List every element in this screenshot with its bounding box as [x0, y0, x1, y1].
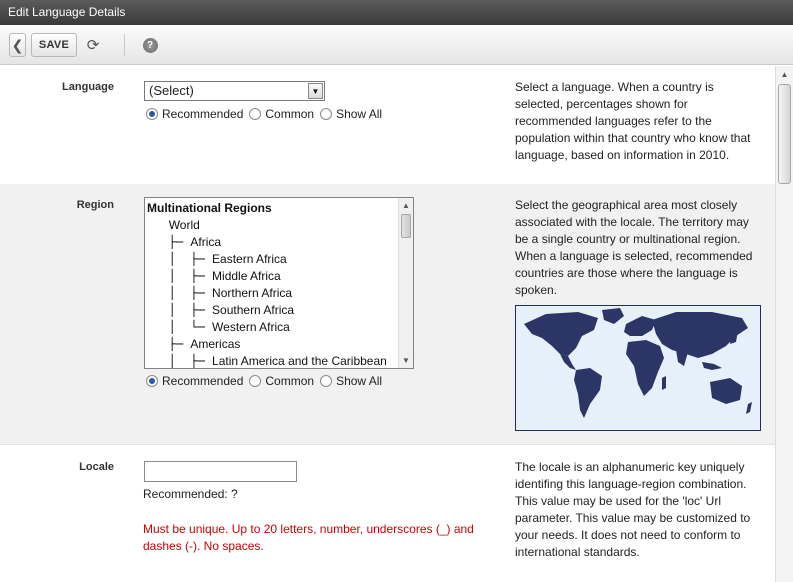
save-button[interactable]: SAVE	[31, 33, 77, 57]
tree-branch-icon: ├─	[147, 235, 191, 249]
locale-input[interactable]	[144, 461, 297, 482]
radio-button[interactable]	[249, 375, 262, 387]
radio-label: Show All	[336, 107, 383, 121]
scroll-up-icon[interactable]: ▲	[776, 68, 793, 82]
radio-label: Common	[265, 107, 315, 121]
region-option-label: Americas	[190, 337, 241, 351]
language-select[interactable]: (Select) ▼	[144, 81, 325, 101]
region-option-label: Western Africa	[212, 320, 290, 334]
region-row: Region Multinational Regions World ├─ Af…	[0, 184, 775, 445]
radio-button[interactable]	[249, 108, 262, 120]
locale-help-text: The locale is an alphanumeric key unique…	[515, 460, 751, 559]
tree-branch-icon: │ ├─	[147, 303, 213, 317]
language-radio-recommended[interactable]: Recommended	[146, 107, 243, 121]
language-help-text: Select a language. When a country is sel…	[515, 80, 751, 162]
region-option[interactable]: │ ├─ Northern Africa	[147, 285, 397, 302]
radio-label: Recommended	[162, 107, 244, 121]
region-option[interactable]: ├─ Americas	[147, 336, 397, 353]
region-help-text: Select the geographical area most closel…	[515, 198, 753, 297]
refresh-icon: ⟳	[86, 37, 100, 54]
radio-button[interactable]	[146, 108, 158, 120]
region-option[interactable]: │ ├─ Southern Africa	[147, 302, 397, 319]
form-content: Language (Select) ▼ Recommended Common S…	[0, 66, 775, 582]
radio-button[interactable]	[320, 375, 333, 387]
radio-button[interactable]	[320, 108, 333, 120]
world-map[interactable]	[515, 305, 761, 431]
scroll-up-icon[interactable]: ▲	[399, 198, 413, 213]
toolbar: ❮ SAVE ⟳ ?	[0, 25, 793, 65]
region-option[interactable]: │ ├─ Latin America and the Caribbean	[147, 353, 397, 368]
region-option-label: Northern Africa	[212, 286, 293, 300]
scroll-thumb[interactable]	[401, 214, 411, 238]
language-radio-common[interactable]: Common	[249, 107, 314, 121]
help-button[interactable]: ?	[141, 36, 159, 54]
tree-branch-icon: │ ├─	[147, 286, 213, 300]
region-option-label: Eastern Africa	[212, 252, 287, 266]
region-list-scrollbar[interactable]: ▲ ▼	[398, 198, 413, 368]
region-option[interactable]: ├─ Africa	[147, 234, 397, 251]
radio-label: Show All	[336, 374, 383, 388]
region-option-label: Middle Africa	[212, 269, 281, 283]
language-filter-radios: Recommended Common Show All	[146, 107, 388, 121]
toolbar-separator	[124, 34, 125, 56]
radio-label: Recommended	[162, 374, 244, 388]
region-option-label: Latin America and the Caribbean	[212, 354, 387, 368]
page-scroll-thumb[interactable]	[778, 84, 791, 184]
locale-validation-message: Must be unique. Up to 20 letters, number…	[143, 522, 474, 553]
radio-button[interactable]	[146, 375, 158, 387]
tree-branch-icon: │ ├─	[147, 252, 213, 266]
region-option[interactable]: World	[147, 217, 397, 234]
locale-label: Locale	[79, 461, 114, 473]
region-listbox[interactable]: Multinational Regions World ├─ Africa │ …	[144, 197, 414, 369]
language-select-value: (Select)	[149, 83, 194, 98]
tree-branch-icon	[147, 218, 169, 232]
locale-recommended-text: Recommended: ?	[143, 487, 238, 501]
region-radio-show-all[interactable]: Show All	[320, 374, 382, 388]
tree-branch-icon: │ ├─	[147, 269, 213, 283]
page-scrollbar[interactable]: ▲	[775, 66, 793, 582]
window-title: Edit Language Details	[0, 0, 793, 25]
dropdown-arrow-icon[interactable]: ▼	[308, 83, 323, 99]
tree-branch-icon: ├─	[147, 337, 191, 351]
region-option[interactable]: │ ├─ Middle Africa	[147, 268, 397, 285]
region-option[interactable]: Multinational Regions	[147, 200, 397, 217]
region-list: Multinational Regions World ├─ Africa │ …	[147, 200, 397, 368]
region-option-label: Southern Africa	[212, 303, 295, 317]
back-button[interactable]: ❮	[9, 33, 26, 57]
help-icon: ?	[142, 37, 158, 53]
locale-row: Locale Recommended: ? Must be unique. Up…	[0, 445, 775, 582]
region-option[interactable]: │ ├─ Eastern Africa	[147, 251, 397, 268]
tree-branch-icon: │ ├─	[147, 354, 213, 368]
region-option-label: Multinational Regions	[147, 201, 272, 215]
language-radio-show-all[interactable]: Show All	[320, 107, 382, 121]
region-option[interactable]: │ └─ Western Africa	[147, 319, 397, 336]
language-label: Language	[62, 81, 114, 93]
region-option-label: Africa	[190, 235, 222, 249]
language-row: Language (Select) ▼ Recommended Common S…	[0, 66, 775, 184]
region-radio-common[interactable]: Common	[249, 374, 314, 388]
chevron-left-icon: ❮	[11, 36, 24, 53]
scroll-down-icon[interactable]: ▼	[399, 353, 413, 368]
world-map-icon	[524, 308, 752, 418]
refresh-button[interactable]: ⟳	[84, 36, 102, 54]
radio-label: Common	[265, 374, 315, 388]
region-option-label: World	[168, 218, 200, 232]
region-filter-radios: Recommended Common Show All	[146, 374, 388, 388]
region-label: Region	[76, 199, 114, 211]
tree-branch-icon: │ └─	[147, 320, 213, 334]
region-radio-recommended[interactable]: Recommended	[146, 374, 243, 388]
